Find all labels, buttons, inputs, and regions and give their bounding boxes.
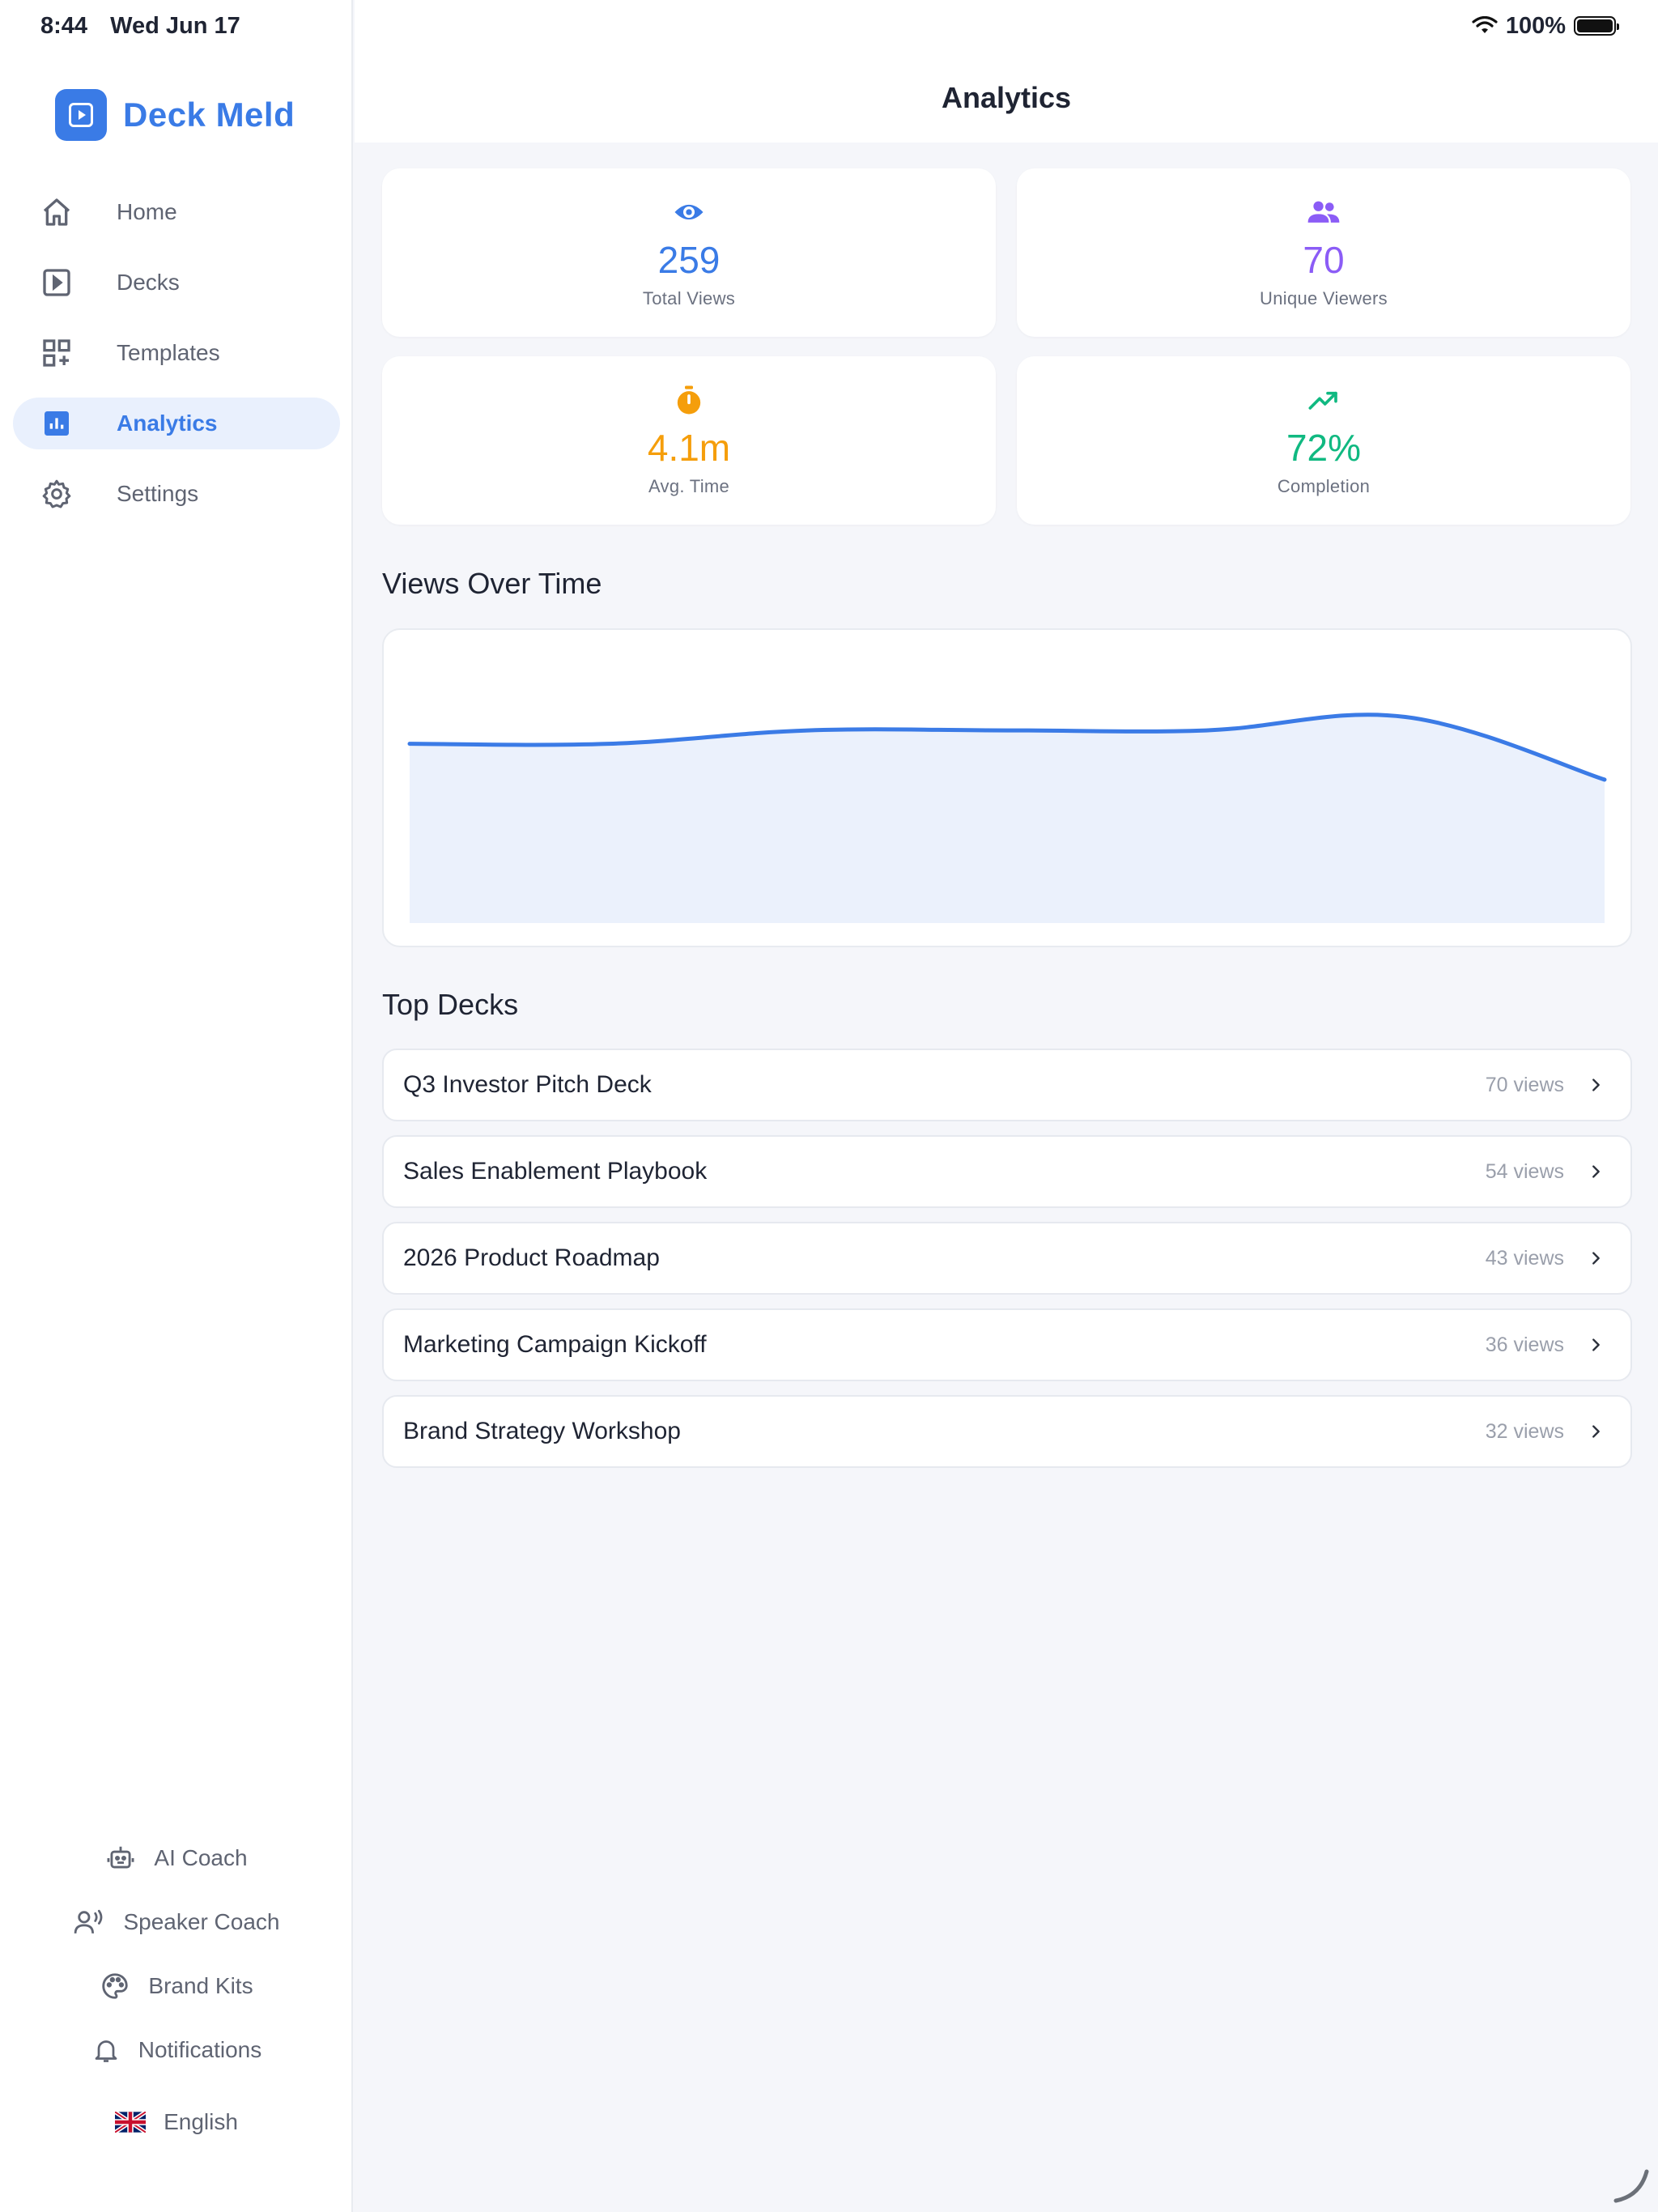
eye-icon [673, 196, 705, 228]
chevron-right-icon [1585, 1161, 1606, 1182]
deck-name: Marketing Campaign Kickoff [403, 1331, 707, 1358]
sidebar-item-label: Decks [117, 270, 180, 295]
uk-flag-icon [115, 2111, 147, 2133]
sidebar-item-label: Templates [117, 340, 220, 365]
top-decks-list: Q3 Investor Pitch Deck 70 views Sales En… [382, 1049, 1632, 1482]
gear-icon [39, 476, 74, 512]
language-selector[interactable]: English [0, 2090, 353, 2154]
deck-views: 70 views [1485, 1073, 1564, 1096]
deck-row[interactable]: Marketing Campaign Kickoff 36 views [382, 1308, 1632, 1381]
deck-row[interactable]: Q3 Investor Pitch Deck 70 views [382, 1049, 1632, 1121]
battery-percent: 100% [1505, 12, 1566, 39]
deck-name: Sales Enablement Playbook [403, 1158, 708, 1185]
stat-value: 259 [657, 238, 721, 281]
views-section-title: Views Over Time [382, 567, 602, 600]
chevron-right-icon [1585, 1248, 1606, 1269]
deck-views: 32 views [1485, 1419, 1564, 1443]
sidebar-item-notifications[interactable]: Notifications [0, 2018, 353, 2082]
deck-name: Q3 Investor Pitch Deck [403, 1071, 652, 1098]
status-time: 8:44 [40, 12, 88, 39]
views-chart [407, 713, 1607, 923]
deck-row[interactable]: 2026 Product Roadmap 43 views [382, 1222, 1632, 1295]
stat-card-avg-time: 4.1m Avg. Time [382, 356, 996, 525]
robot-icon [107, 1846, 134, 1869]
stat-label: Total Views [642, 288, 736, 309]
brand-name: Deck Meld [123, 96, 295, 134]
sidebar-item-label: Speaker Coach [123, 1908, 280, 1934]
stat-value: 70 [1303, 238, 1345, 281]
resize-handle-icon[interactable] [1609, 2163, 1652, 2206]
language-label: English [164, 2108, 238, 2134]
grid-add-icon [39, 335, 74, 371]
chevron-right-icon [1585, 1334, 1606, 1355]
deck-row[interactable]: Sales Enablement Playbook 54 views [382, 1135, 1632, 1208]
stats-grid: 259 Total Views 70 Unique Viewers 4.1m A… [382, 168, 1632, 525]
home-icon [39, 194, 74, 230]
bell-icon [95, 2040, 117, 2062]
stat-value: 72% [1286, 426, 1362, 469]
stat-label: Completion [1277, 476, 1371, 497]
bar-chart-icon [39, 406, 74, 441]
sidebar-item-templates[interactable]: Templates [13, 327, 340, 379]
brand-play-icon [55, 89, 107, 141]
sidebar-item-label: Brand Kits [148, 1972, 253, 1998]
sidebar-item-brand-kits[interactable]: Brand Kits [0, 1954, 353, 2018]
palette-icon [102, 1972, 129, 1999]
battery-icon [1574, 16, 1619, 36]
stat-card-completion: 72% Completion [1017, 356, 1630, 525]
deck-views: 36 views [1485, 1333, 1564, 1356]
top-decks-title: Top Decks [382, 988, 519, 1021]
stat-label: Unique Viewers [1260, 288, 1388, 309]
sidebar-item-label: AI Coach [154, 1844, 248, 1870]
page-title: Analytics [941, 81, 1072, 114]
sidebar-item-decks[interactable]: Decks [13, 257, 340, 308]
deck-views: 54 views [1485, 1159, 1564, 1183]
sidebar-item-label: Home [117, 199, 177, 224]
sidebar-item-label: Settings [117, 481, 199, 506]
trending-up-icon [1307, 384, 1340, 416]
stat-card-total-views: 259 Total Views [382, 168, 996, 337]
secondary-nav: AI Coach Speaker Coach Brand Kits Notifi… [0, 1826, 353, 2154]
chevron-right-icon [1585, 1074, 1606, 1095]
stat-value: 4.1m [647, 426, 731, 469]
sidebar: Deck Meld Home Decks Templates Analytics [0, 0, 353, 2212]
main-content: Analytics 259 Total Views 70 Unique View… [355, 0, 1658, 2212]
deck-name: 2026 Product Roadmap [403, 1244, 660, 1271]
play-square-icon [39, 265, 74, 300]
sidebar-item-analytics[interactable]: Analytics [13, 398, 340, 449]
sidebar-item-label: Notifications [138, 2036, 262, 2062]
status-bar: 8:44 Wed Jun 17 100% [0, 0, 1658, 52]
deck-name: Brand Strategy Workshop [403, 1418, 681, 1444]
sidebar-item-settings[interactable]: Settings [13, 468, 340, 520]
deck-views: 43 views [1485, 1246, 1564, 1270]
status-date: Wed Jun 17 [110, 12, 240, 39]
people-icon [1307, 196, 1341, 228]
stat-label: Avg. Time [648, 476, 730, 497]
wifi-icon [1472, 16, 1498, 33]
timer-icon [673, 384, 705, 416]
primary-nav: Home Decks Templates Analytics Settings [13, 186, 340, 538]
chevron-right-icon [1585, 1421, 1606, 1442]
speaker-icon [74, 1909, 103, 1933]
sidebar-item-speaker-coach[interactable]: Speaker Coach [0, 1890, 353, 1954]
brand-logo[interactable]: Deck Meld [55, 89, 295, 141]
sidebar-item-ai-coach[interactable]: AI Coach [0, 1826, 353, 1890]
views-chart-card [382, 628, 1632, 947]
sidebar-item-label: Analytics [117, 410, 218, 436]
stat-card-unique-viewers: 70 Unique Viewers [1017, 168, 1630, 337]
deck-row[interactable]: Brand Strategy Workshop 32 views [382, 1395, 1632, 1468]
sidebar-item-home[interactable]: Home [13, 186, 340, 238]
